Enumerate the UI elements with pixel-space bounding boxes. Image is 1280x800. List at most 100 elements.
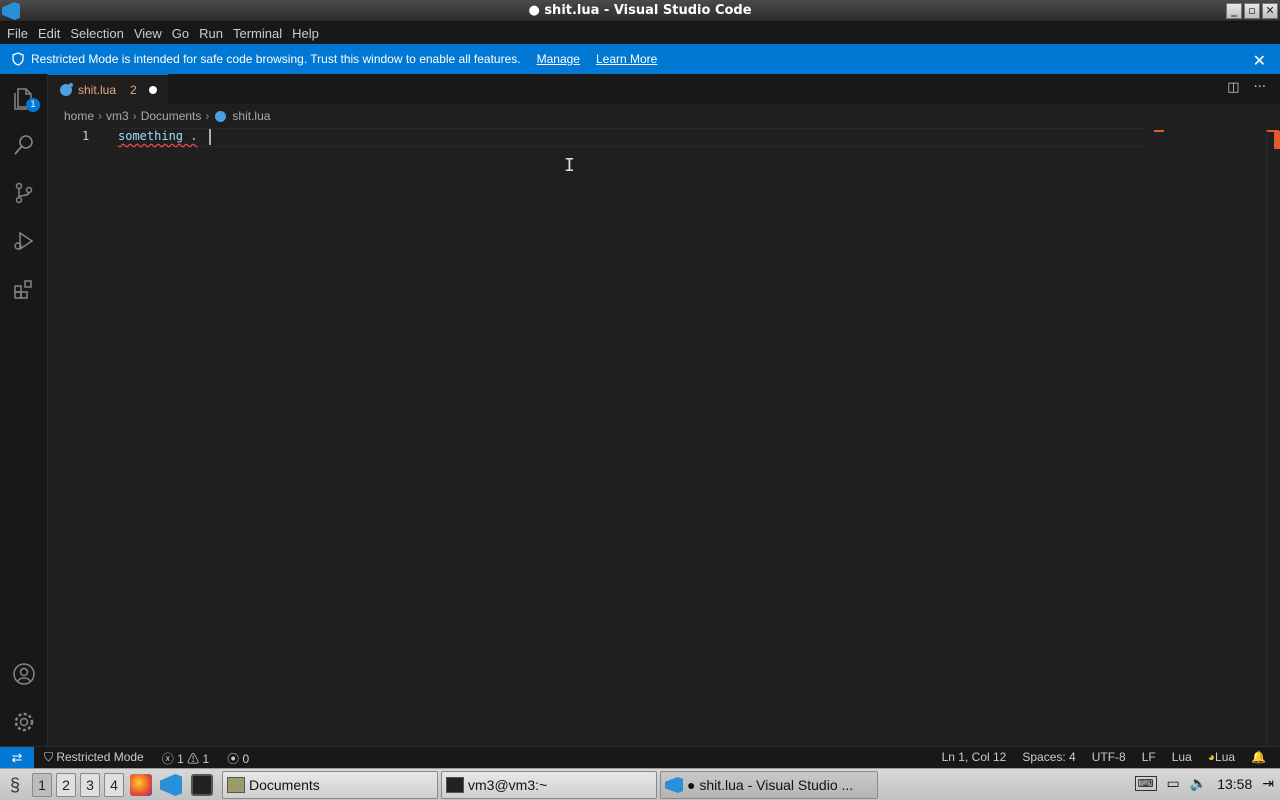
workspace-1[interactable]: 1: [32, 773, 52, 797]
workspace-3[interactable]: 3: [80, 773, 100, 797]
lua-file-icon: [60, 82, 73, 96]
chevron-right-icon: ›: [205, 109, 210, 123]
restricted-mode-banner: Restricted Mode is intended for safe cod…: [0, 44, 1280, 74]
unsaved-dot-icon[interactable]: [148, 85, 157, 94]
terminal-icon: [446, 777, 464, 793]
menu-bar: File Edit Selection View Go Run Terminal…: [0, 22, 1280, 44]
status-right: Ln 1, Col 12 Spaces: 4 UTF-8 LF Lua ◕Lua…: [942, 750, 1266, 764]
warning-icon: ⚠: [187, 752, 200, 766]
extensions-icon[interactable]: [12, 277, 36, 301]
error-count: 1: [177, 752, 184, 766]
split-editor-icon[interactable]: ◫: [1227, 80, 1239, 95]
ports-status[interactable]: ⦿ 0: [227, 750, 249, 767]
run-debug-icon[interactable]: [12, 229, 36, 253]
minimap-error-marker: [1154, 130, 1164, 132]
problems-status[interactable]: ⓧ 1 ⚠ 1: [162, 750, 209, 767]
clock[interactable]: 13:58: [1217, 776, 1252, 792]
editor-actions: ◫ ···: [1227, 80, 1266, 95]
manage-link[interactable]: Manage: [537, 52, 580, 66]
breadcrumb-vm3[interactable]: vm3: [106, 109, 129, 123]
window-title: ● shit.lua - Visual Studio Code: [528, 3, 752, 18]
breadcrumb-home[interactable]: home: [64, 109, 94, 123]
cat-icon: ◕: [1207, 750, 1216, 764]
gear-icon[interactable]: [12, 710, 36, 734]
learn-more-link[interactable]: Learn More: [596, 52, 657, 66]
bell-icon[interactable]: 🔔: [1251, 750, 1266, 764]
system-tray: ⌨ ▭ 🔈 13:58 ⇥: [1134, 775, 1274, 792]
menu-help[interactable]: Help: [287, 26, 324, 41]
folder-icon: [227, 777, 245, 793]
explorer-badge: 1: [26, 98, 40, 112]
text-cursor: [209, 129, 211, 145]
remote-indicator-icon[interactable]: ⇄: [0, 747, 34, 768]
end-of-line[interactable]: LF: [1142, 750, 1156, 764]
exit-icon[interactable]: ⇥: [1262, 775, 1274, 792]
vscode-launcher-icon[interactable]: [160, 774, 182, 796]
source-control-icon[interactable]: [12, 181, 36, 205]
tab-problem-count: 2: [130, 82, 137, 97]
task-terminal-label: vm3@vm3:~: [468, 777, 548, 793]
activity-bar: [0, 74, 48, 746]
shield-icon: ⛉: [44, 750, 57, 764]
drive-icon[interactable]: ▭: [1167, 775, 1180, 792]
lua-extension-label: Lua: [1215, 750, 1236, 764]
terminal-launcher-icon[interactable]: [191, 774, 213, 796]
current-line-highlight: [108, 128, 1144, 147]
banner-message: Restricted Mode is intended for safe cod…: [31, 52, 521, 66]
task-documents[interactable]: Documents: [222, 771, 438, 799]
error-icon: ⓧ: [161, 752, 174, 766]
overview-error-marker: [1274, 131, 1280, 149]
account-icon[interactable]: [12, 662, 36, 686]
menu-edit[interactable]: Edit: [33, 26, 65, 41]
code-line[interactable]: something .: [118, 129, 197, 143]
lua-extension-status[interactable]: ◕Lua: [1208, 750, 1235, 764]
tab-shit-lua[interactable]: shit.lua 2: [48, 74, 168, 104]
start-menu-icon[interactable]: §: [4, 774, 26, 796]
warning-count: 1: [202, 752, 210, 766]
editor-tab-bar: shit.lua 2 ◫ ···: [48, 74, 1280, 104]
menu-go[interactable]: Go: [167, 26, 194, 41]
line-number: 1: [82, 129, 90, 143]
keyboard-layout-icon[interactable]: ⌨: [1134, 776, 1157, 791]
workspace-4[interactable]: 4: [104, 773, 124, 797]
menu-selection[interactable]: Selection: [65, 26, 128, 41]
menu-view[interactable]: View: [129, 26, 167, 41]
encoding[interactable]: UTF-8: [1092, 750, 1126, 764]
search-icon[interactable]: [12, 133, 36, 157]
maximize-button[interactable]: ▫: [1244, 3, 1260, 19]
task-vscode[interactable]: ● shit.lua - Visual Studio ...: [660, 771, 878, 799]
vscode-icon: [665, 777, 683, 793]
volume-icon[interactable]: 🔈: [1190, 775, 1207, 792]
breadcrumb-file[interactable]: shit.lua: [232, 109, 270, 123]
breadcrumb-documents[interactable]: Documents: [141, 109, 202, 123]
status-bar: ⇄ ⛉ Restricted Mode ⓧ 1 ⚠ 1 ⦿ 0 Ln 1, Co…: [0, 746, 1280, 768]
mouse-ibeam-cursor: I: [564, 155, 575, 176]
task-terminal[interactable]: vm3@vm3:~: [441, 771, 657, 799]
menu-run[interactable]: Run: [194, 26, 228, 41]
close-icon[interactable]: ✕: [1253, 51, 1266, 71]
status-left: ⛉ Restricted Mode ⓧ 1 ⚠ 1 ⦿ 0: [44, 750, 249, 767]
chevron-right-icon: ›: [132, 109, 137, 123]
minimize-button[interactable]: _: [1226, 3, 1242, 19]
language-mode[interactable]: Lua: [1172, 750, 1192, 764]
editor-area[interactable]: 1 something . I: [48, 128, 1280, 746]
overview-ruler[interactable]: [1266, 128, 1280, 746]
task-documents-label: Documents: [249, 777, 320, 793]
firefox-icon[interactable]: [130, 774, 152, 796]
menu-terminal[interactable]: Terminal: [228, 26, 287, 41]
indentation[interactable]: Spaces: 4: [1022, 750, 1075, 764]
cursor-position[interactable]: Ln 1, Col 12: [942, 750, 1007, 764]
system-taskbar: § 1 2 3 4 Documents vm3@vm3:~ ● shit.lua…: [0, 768, 1280, 800]
close-window-button[interactable]: ✕: [1262, 3, 1278, 19]
restricted-mode-status[interactable]: ⛉ Restricted Mode: [44, 750, 144, 767]
workspace-2[interactable]: 2: [56, 773, 76, 797]
tab-label: shit.lua: [78, 82, 117, 97]
ports-count: 0: [242, 752, 250, 766]
breadcrumb: home › vm3 › Documents › shit.lua: [64, 106, 270, 126]
task-vscode-label: ● shit.lua - Visual Studio ...: [687, 777, 854, 793]
vscode-logo-icon: [2, 2, 20, 20]
restricted-mode-label: Restricted Mode: [56, 750, 144, 764]
menu-file[interactable]: File: [2, 26, 33, 41]
chevron-right-icon: ›: [98, 109, 103, 123]
more-actions-icon[interactable]: ···: [1254, 80, 1266, 95]
